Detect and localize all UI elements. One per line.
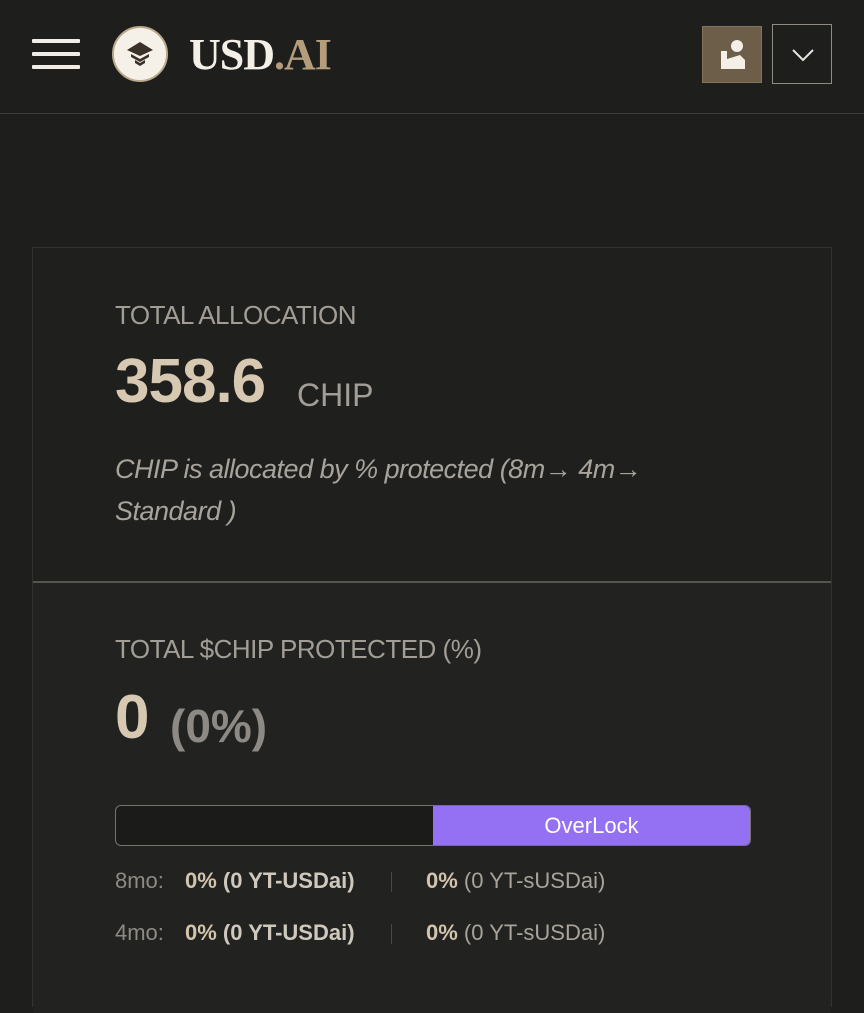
column-divider	[391, 872, 392, 892]
total-protected-value: 0	[115, 683, 149, 752]
brand-suffix: .AI	[274, 30, 332, 79]
term-label: 4mo:	[115, 920, 164, 945]
usdai-percent: 0%	[185, 868, 217, 893]
allocation-unit: CHIP	[297, 377, 374, 413]
overlock-progress-bar: OverLock	[115, 805, 751, 846]
total-allocation-value: 358.6	[115, 347, 266, 416]
susdai-amount: (0 YT-sUSDai)	[463, 920, 606, 945]
allocation-card: TOTAL ALLOCATION 358.6 CHIP CHIP is allo…	[32, 247, 832, 1013]
total-protected-label: TOTAL $CHIP PROTECTED (%)	[115, 634, 482, 664]
overlock-button[interactable]: OverLock	[433, 806, 750, 845]
susdai-percent: 0%	[426, 920, 458, 945]
chevron-down-icon	[792, 49, 814, 62]
total-protected-percent: (0%)	[170, 700, 268, 752]
usdai-percent: 0%	[185, 920, 217, 945]
allocation-description: CHIP is allocated by % protected (8m→ 4m…	[115, 454, 642, 526]
column-divider	[391, 924, 392, 944]
susdai-percent: 0%	[426, 868, 458, 893]
account-dropdown-button[interactable]	[772, 24, 832, 84]
usdai-amount: (0 YT-USDai)	[222, 920, 355, 945]
top-header: USD.AI	[0, 0, 864, 114]
usdai-amount: (0 YT-USDai)	[222, 868, 355, 893]
brand-wordmark[interactable]: USD.AI	[189, 30, 332, 80]
wallet-avatar-icon	[721, 40, 745, 69]
term-label: 8mo:	[115, 868, 164, 893]
usdai-logo-icon[interactable]	[112, 26, 168, 82]
susdai-amount: (0 YT-sUSDai)	[463, 868, 606, 893]
wallet-avatar-button[interactable]	[702, 26, 762, 83]
total-allocation-label: TOTAL ALLOCATION	[115, 300, 357, 330]
brand-name: USD	[189, 30, 275, 79]
hamburger-menu-icon[interactable]	[32, 39, 80, 69]
